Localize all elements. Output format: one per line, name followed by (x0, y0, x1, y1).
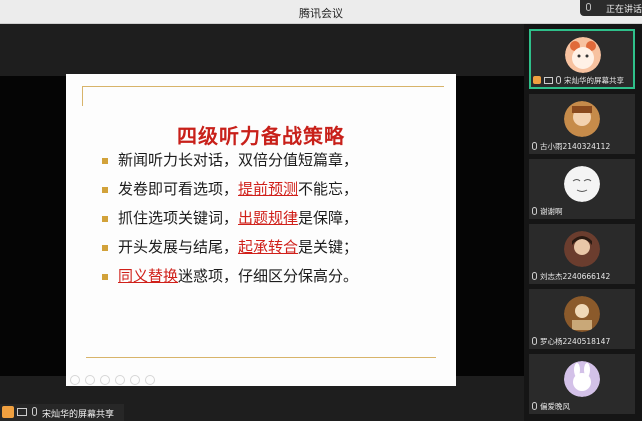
line-highlight: 出题规律 (238, 209, 299, 227)
microphone-icon (532, 337, 537, 345)
participant-tile[interactable]: 偏爱晚风 (529, 354, 635, 414)
participant-name: 罗心杨2240518147 (540, 336, 611, 346)
sketch-face-avatar-icon (564, 166, 600, 202)
line-text: 发卷即可看选项， (118, 180, 239, 198)
slide-bullet-line: 新闻听力长对话，双倍分值短篇章， (102, 146, 358, 175)
title-bar: 腾讯会议 正在讲话 (0, 0, 642, 24)
participant-name: 古小雨2140324112 (540, 141, 611, 151)
participant-name-row: 谢谢啊 (532, 205, 563, 217)
slide-corner-rule (82, 86, 83, 106)
slide-top-rule (82, 86, 444, 87)
user-avatar-icon (533, 76, 541, 84)
line-highlight: 提前预测 (238, 180, 299, 198)
microphone-icon (556, 76, 561, 84)
slide-toolbar (70, 370, 160, 385)
slide-heading: 四级听力备战策略 (177, 124, 345, 148)
bullet-square-icon (102, 216, 108, 222)
slide-bullet-line: 发卷即可看选项，提前预测不能忘， (102, 175, 358, 204)
participant-tile[interactable]: 刘志杰2240666142 (529, 224, 635, 284)
more-icon[interactable] (145, 375, 155, 385)
participant-tile[interactable]: 宋灿华的屏幕共享 (529, 29, 635, 89)
line-text: 新闻听力长对话，双倍分值短篇章， (118, 151, 359, 169)
participant-name-row: 宋灿华的屏幕共享 (533, 74, 624, 86)
screen-share-icon (17, 408, 27, 416)
microphone-icon (532, 207, 537, 215)
participant-name-row: 偏爱晚风 (532, 400, 570, 412)
participant-name: 偏爱晚风 (540, 401, 570, 411)
photo-avatar-icon (564, 296, 600, 332)
participant-tile[interactable]: 罗心杨2240518147 (529, 289, 635, 349)
bullet-square-icon (102, 274, 108, 280)
zoom-icon[interactable] (130, 375, 140, 385)
pen-icon[interactable] (100, 375, 110, 385)
screen-share-icon (544, 76, 553, 84)
slide-bullet-line: 开头发展与结尾，起承转合是关键； (102, 233, 358, 262)
app-title: 腾讯会议 (299, 7, 343, 20)
line-text: 迷惑项，仔细区分保高分。 (178, 267, 359, 285)
participant-name: 宋灿华的屏幕共享 (564, 75, 624, 85)
line-text: 是保障， (298, 209, 359, 227)
microphone-icon (532, 272, 537, 280)
line-text: 不能忘， (298, 180, 359, 198)
participant-name-row: 刘志杰2240666142 (532, 270, 610, 282)
portrait-avatar-icon (564, 231, 600, 267)
bullet-square-icon (102, 245, 108, 251)
meeting-window: 腾讯会议 正在讲话 四级听力备战策略 新闻听力长对话，双倍分值短篇章， 发卷即可… (0, 0, 642, 421)
bunny-avatar-icon (564, 361, 600, 397)
bullet-square-icon (102, 158, 108, 164)
microphone-icon (532, 402, 537, 410)
participant-name: 谢谢啊 (540, 206, 563, 216)
share-owner-label: 宋灿华的屏幕共享 (0, 404, 124, 421)
speaking-indicator: 正在讲话 (580, 0, 642, 16)
illustration-avatar-icon (564, 101, 600, 137)
line-text: 开头发展与结尾， (118, 238, 239, 256)
participant-panel: 宋灿华的屏幕共享 古小雨2140324112 谢谢啊 刘志杰2240666142… (524, 24, 642, 421)
slide-bullet-list: 新闻听力长对话，双倍分值短篇章， 发卷即可看选项，提前预测不能忘， 抓住选项关键… (102, 146, 358, 291)
user-avatar-icon (2, 406, 14, 418)
line-highlight: 起承转合 (238, 238, 299, 256)
speaking-label: 正在讲话 (606, 5, 642, 15)
microphone-icon (586, 3, 591, 11)
line-text: 抓住选项关键词， (118, 209, 239, 227)
bullet-square-icon (102, 187, 108, 193)
share-owner-name: 宋灿华的屏幕共享 (42, 410, 115, 420)
cartoon-bear-avatar-icon (565, 37, 601, 73)
main-stage: 四级听力备战策略 新闻听力长对话，双倍分值短篇章， 发卷即可看选项，提前预测不能… (0, 24, 524, 421)
microphone-icon (532, 142, 537, 150)
slide-bullet-line: 抓住选项关键词，出题规律是保障， (102, 204, 358, 233)
participant-tile[interactable]: 谢谢啊 (529, 159, 635, 219)
menu-icon[interactable] (115, 375, 125, 385)
prev-slide-icon[interactable] (70, 375, 80, 385)
participant-tile[interactable]: 古小雨2140324112 (529, 94, 635, 154)
presentation-slide: 四级听力备战策略 新闻听力长对话，双倍分值短篇章， 发卷即可看选项，提前预测不能… (66, 74, 456, 386)
participant-name: 刘志杰2240666142 (540, 271, 611, 281)
microphone-icon (32, 407, 37, 416)
line-text: 是关键； (298, 238, 359, 256)
line-highlight: 同义替换 (118, 267, 179, 285)
slide-bullet-line: 同义替换迷惑项，仔细区分保高分。 (102, 262, 358, 291)
next-slide-icon[interactable] (85, 375, 95, 385)
participant-name-row: 古小雨2140324112 (532, 140, 610, 152)
participant-name-row: 罗心杨2240518147 (532, 335, 610, 347)
slide-bottom-rule (86, 357, 436, 358)
